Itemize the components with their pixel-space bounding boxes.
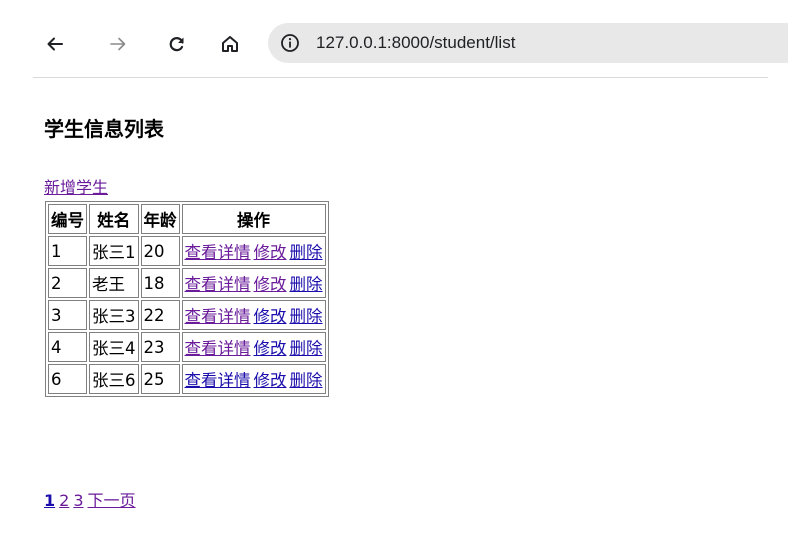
cell-age: 18	[140, 268, 180, 298]
cell-name: 老王	[89, 268, 139, 298]
edit-link[interactable]: 修改	[254, 371, 287, 390]
pagination: 1 2 3 下一页	[44, 487, 140, 511]
view-detail-link[interactable]: 查看详情	[185, 275, 251, 294]
cell-id: 4	[48, 332, 87, 362]
delete-link[interactable]: 删除	[290, 371, 323, 390]
cell-id: 3	[48, 300, 87, 330]
table-row: 3 张三3 22 查看详情 修改 删除	[48, 300, 326, 330]
delete-link[interactable]: 删除	[290, 339, 323, 358]
view-detail-link[interactable]: 查看详情	[185, 339, 251, 358]
home-button[interactable]	[212, 26, 248, 62]
edit-link[interactable]: 修改	[254, 243, 287, 262]
student-table: 编号 姓名 年龄 操作 1 张三1 20 查看详情 修改 删除 2 老王 18 查看…	[45, 201, 329, 397]
column-header-age: 年龄	[140, 204, 180, 234]
cell-id: 2	[48, 268, 87, 298]
view-detail-link[interactable]: 查看详情	[185, 243, 251, 262]
edit-link[interactable]: 修改	[254, 275, 287, 294]
column-header-actions: 操作	[181, 204, 326, 234]
next-page-link[interactable]: 下一页	[88, 491, 136, 510]
reload-button[interactable]	[159, 26, 195, 62]
cell-name: 张三6	[89, 364, 139, 394]
back-button[interactable]	[37, 26, 73, 62]
view-detail-link[interactable]: 查看详情	[185, 371, 251, 390]
toolbar-divider	[33, 77, 768, 78]
table-row: 2 老王 18 查看详情 修改 删除	[48, 268, 326, 298]
page-link-1[interactable]: 1	[44, 491, 55, 510]
table-header-row: 编号 姓名 年龄 操作	[48, 204, 326, 234]
edit-link[interactable]: 修改	[254, 339, 287, 358]
column-header-name: 姓名	[89, 204, 139, 234]
cell-age: 25	[140, 364, 180, 394]
cell-id: 1	[48, 236, 87, 266]
delete-link[interactable]: 删除	[290, 243, 323, 262]
cell-age: 20	[140, 236, 180, 266]
page-title: 学生信息列表	[44, 117, 164, 141]
page-content: 学生信息列表 新增学生 编号 姓名 年龄 操作 1 张三1 20 查看详情 修改删…	[44, 112, 329, 510]
delete-link[interactable]: 删除	[290, 275, 323, 294]
url-text: 127.0.0.1:8000/student/list	[316, 33, 516, 52]
table-body: 1 张三1 20 查看详情 修改 删除 2 老王 18 查看详情 修改 删除 3 张三3…	[48, 236, 326, 394]
browser-toolbar: 127.0.0.1:8000/student/list	[0, 0, 788, 78]
cell-actions: 查看详情 修改 删除	[181, 332, 326, 362]
forward-icon	[110, 37, 126, 51]
cell-actions: 查看详情 修改 删除	[181, 268, 326, 298]
cell-name: 张三3	[89, 300, 139, 330]
address-bar[interactable]: 127.0.0.1:8000/student/list	[268, 23, 788, 63]
table-row: 1 张三1 20 查看详情 修改 删除	[48, 236, 326, 266]
edit-link[interactable]: 修改	[254, 307, 287, 326]
site-info-button[interactable]	[272, 25, 308, 61]
home-icon	[222, 36, 238, 52]
table-row: 6 张三6 25 查看详情 修改 删除	[48, 364, 326, 394]
cell-age: 22	[140, 300, 180, 330]
add-student-link[interactable]: 新增学生	[44, 174, 108, 198]
cell-actions: 查看详情 修改 删除	[181, 236, 326, 266]
cell-age: 23	[140, 332, 180, 362]
cell-name: 张三4	[89, 332, 139, 362]
page-link-3[interactable]: 3	[73, 491, 83, 510]
reload-icon	[169, 37, 184, 52]
forward-button[interactable]	[100, 26, 136, 62]
table-row: 4 张三4 23 查看详情 修改 删除	[48, 332, 326, 362]
cell-actions: 查看详情 修改 删除	[181, 300, 326, 330]
column-header-id: 编号	[48, 204, 87, 234]
cell-id: 6	[48, 364, 87, 394]
page-link-2[interactable]: 2	[59, 491, 69, 510]
cell-name: 张三1	[89, 236, 139, 266]
view-detail-link[interactable]: 查看详情	[185, 307, 251, 326]
back-icon	[47, 37, 63, 51]
cell-actions: 查看详情 修改 删除	[181, 364, 326, 394]
info-icon	[281, 34, 299, 52]
delete-link[interactable]: 删除	[290, 307, 323, 326]
